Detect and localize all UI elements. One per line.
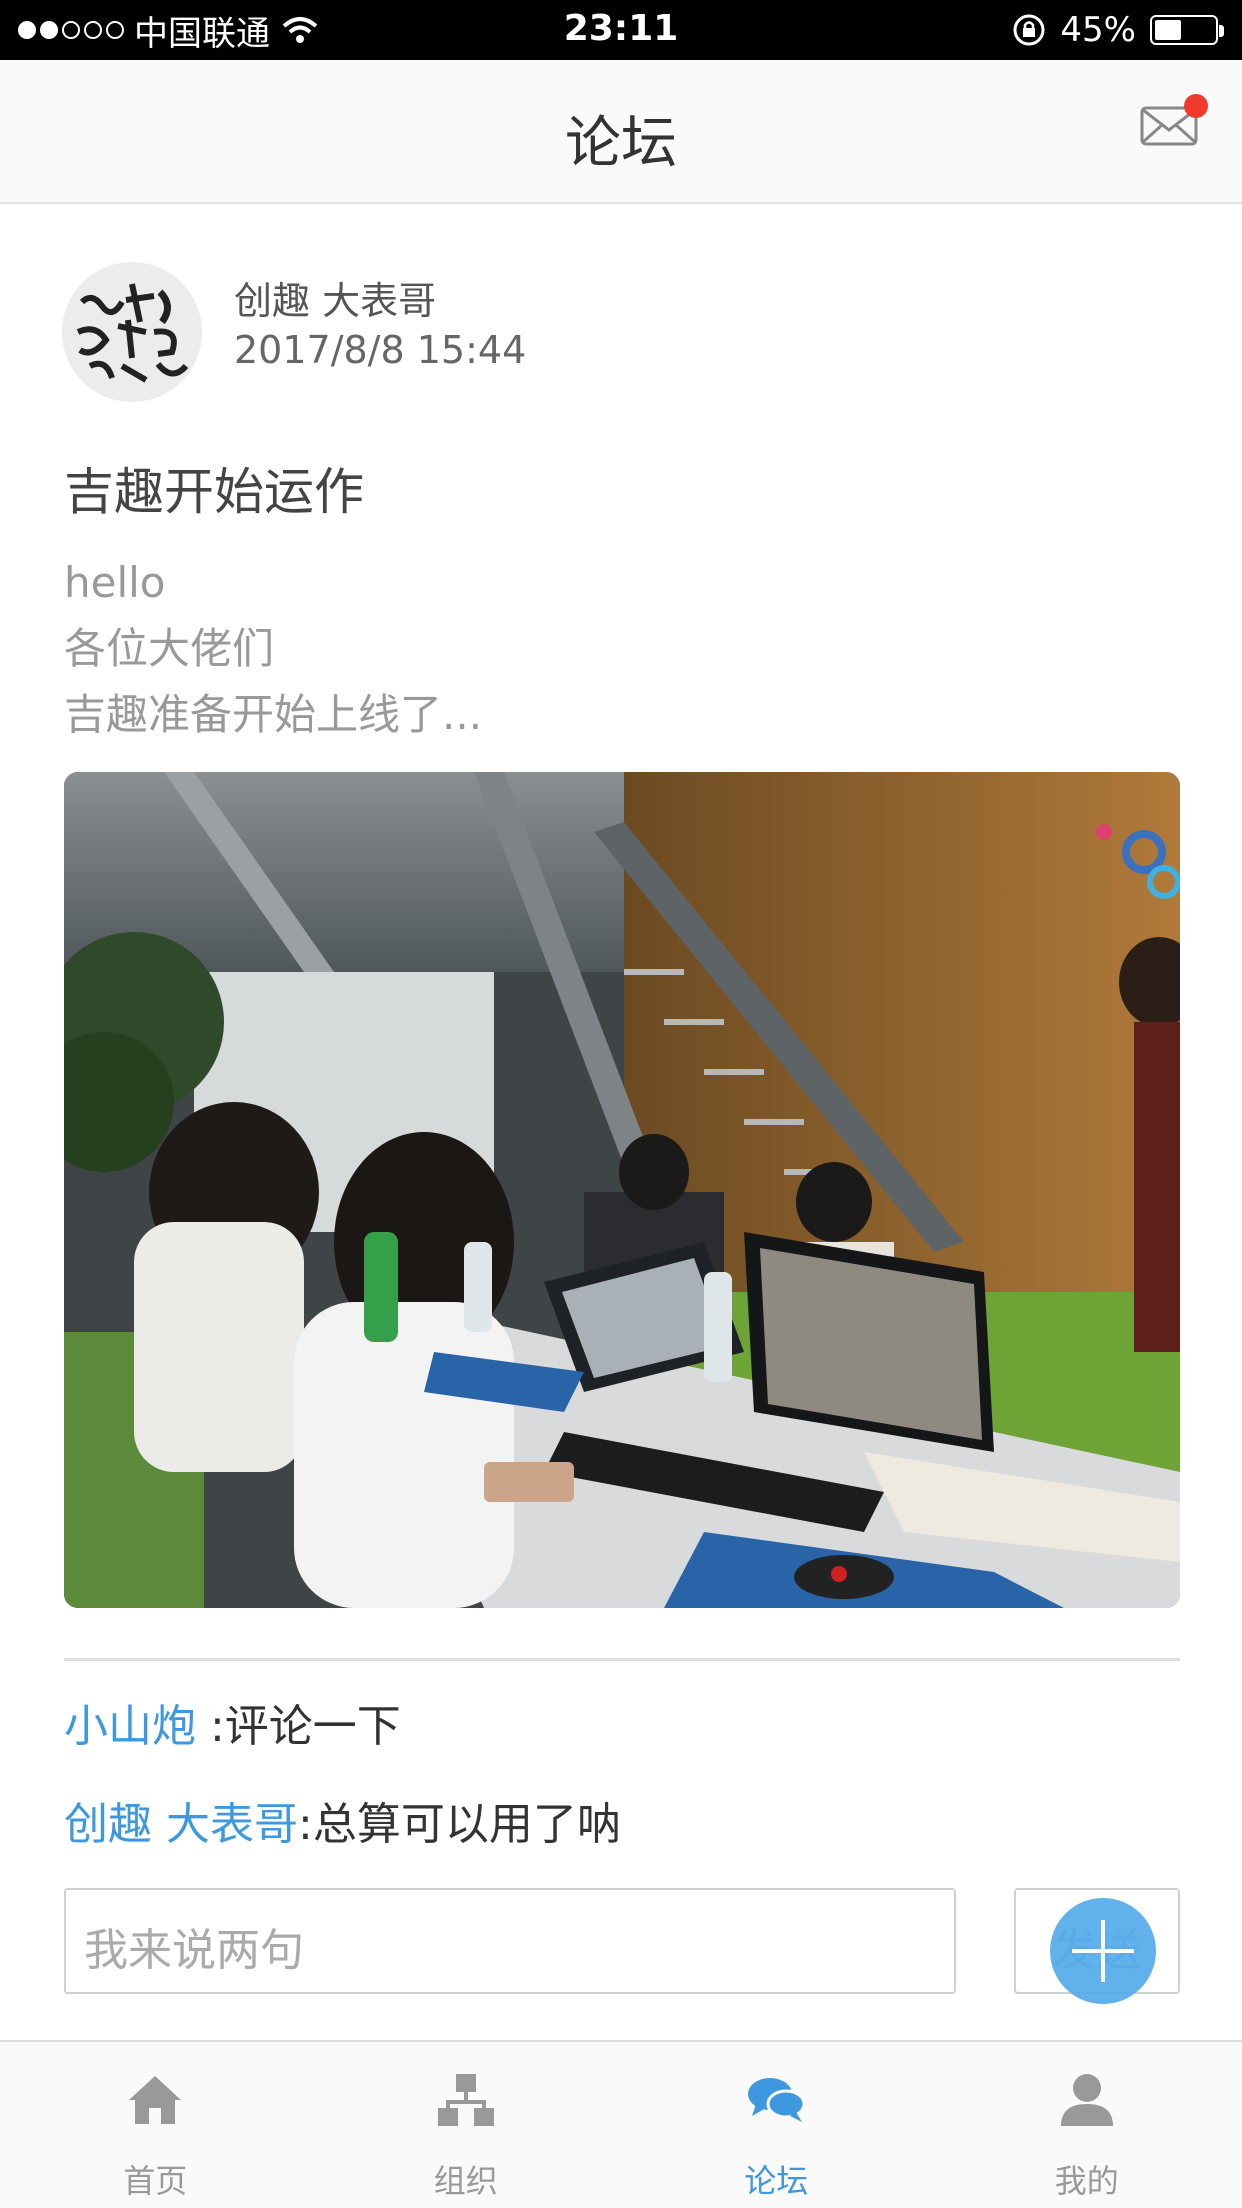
post-body-line: 各位大佬们 [64, 624, 275, 673]
comment-item: 小山炮 :评论一下 [64, 1690, 401, 1754]
org-icon [437, 2074, 494, 2126]
post-body-line: 吉趣准备开始上线了... [64, 690, 483, 739]
author-name[interactable]: 创趣 大表哥 [234, 270, 436, 325]
post-title: 吉趣开始运作 [64, 463, 364, 521]
tab-label: 论坛 [744, 2162, 809, 2200]
person-icon [1060, 2074, 1113, 2126]
tab-label: 首页 [123, 2162, 188, 2200]
navigation-bar: 论坛 [0, 60, 1242, 204]
chat-bubbles-icon [748, 2078, 806, 2122]
forum-post: 创趣 大表哥 2017/8/8 15:44 吉趣开始运作 hello 各位大佬们… [0, 206, 1242, 2026]
tab-label: 组织 [433, 2162, 498, 2200]
office-photo [64, 772, 1180, 1608]
post-timestamp: 2017/8/8 15:44 [234, 328, 527, 372]
divider [64, 1658, 1180, 1661]
tab-home[interactable]: 首页 [0, 2042, 311, 2208]
post-body: hello 各位大佬们 吉趣准备开始上线了... [64, 550, 482, 748]
add-post-button[interactable] [1050, 1898, 1156, 2004]
comment-input[interactable]: 我来说两句 [64, 1888, 956, 1994]
comment-text: :评论一下 [196, 1701, 401, 1752]
tab-label: 我的 [1054, 2162, 1119, 2200]
tab-forum[interactable]: 论坛 [621, 2042, 932, 2208]
calligraphy-avatar-icon [62, 262, 202, 402]
comment-author[interactable]: 创趣 大表哥 [64, 1799, 298, 1850]
tab-bar: 首页 组织 论坛 我的 [0, 2040, 1242, 2208]
battery-icon [1150, 15, 1224, 45]
post-body-line: hello [64, 558, 166, 607]
status-right: 45% [1012, 0, 1224, 60]
home-icon [129, 2076, 182, 2124]
comment-item: 创趣 大表哥:总算可以用了呐 [64, 1788, 621, 1852]
tab-mine[interactable]: 我的 [932, 2042, 1242, 2208]
comment-text: :总算可以用了呐 [298, 1799, 621, 1850]
page-title: 论坛 [565, 111, 677, 176]
post-photo[interactable] [64, 772, 1180, 1608]
unread-badge [1184, 94, 1208, 118]
tab-org[interactable]: 组织 [311, 2042, 622, 2208]
comment-author[interactable]: 小山炮 [64, 1701, 196, 1752]
rotation-lock-icon [1013, 14, 1045, 46]
status-bar: 中国联通 23:11 45% [0, 0, 1242, 60]
battery-percent: 45% [1060, 10, 1136, 50]
avatar[interactable] [62, 262, 202, 402]
